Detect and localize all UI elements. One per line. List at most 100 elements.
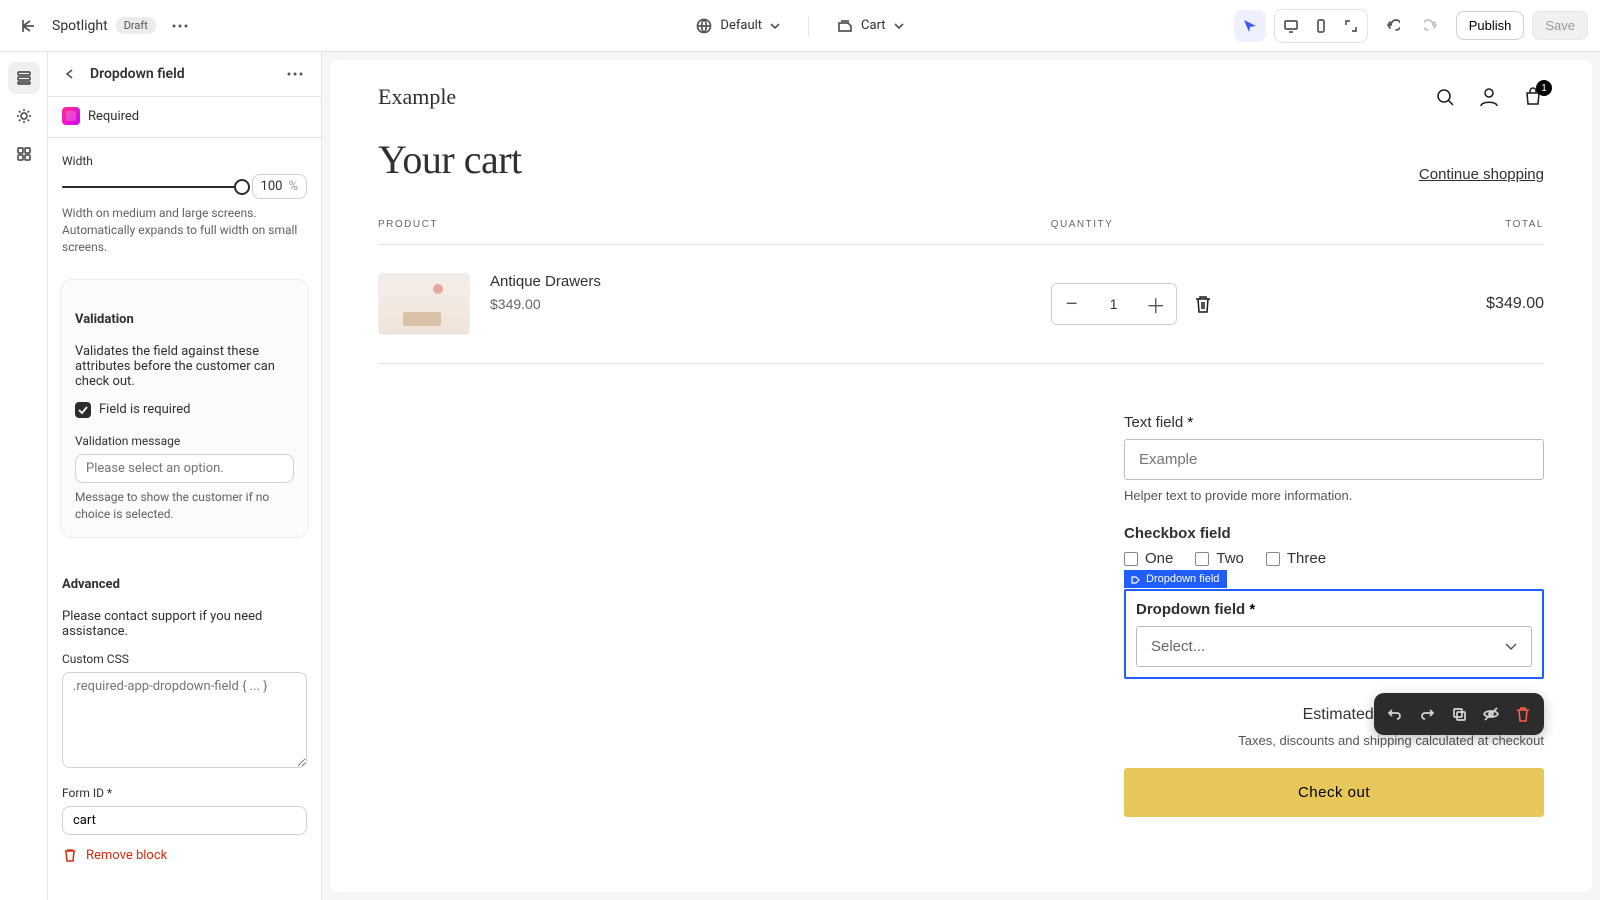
preview-canvas: Example 1 Your cart Continue shopping [322, 52, 1600, 900]
width-section: Width 100 % Width on medium and large sc… [48, 138, 321, 271]
publish-button[interactable]: Publish [1456, 11, 1525, 40]
checkbox-option-two[interactable]: Two [1195, 550, 1244, 567]
block-hide-button[interactable] [1476, 699, 1506, 729]
custom-css-label: Custom CSS [62, 652, 307, 666]
more-actions-button[interactable] [164, 10, 196, 42]
validation-message-help: Message to show the customer if no choic… [75, 489, 294, 523]
context-default-label: Default [720, 18, 762, 33]
quantity-value: 1 [1092, 284, 1136, 324]
checkbox-option-one[interactable]: One [1124, 550, 1173, 567]
dropdown-placeholder: Select... [1151, 638, 1205, 655]
quantity-stepper: − 1 ＋ [1051, 283, 1177, 325]
viewport-mobile-button[interactable] [1307, 12, 1335, 40]
form-id-input[interactable] [62, 806, 307, 835]
col-product-label: PRODUCT [378, 219, 1051, 230]
separator [808, 16, 809, 36]
checkbox-unchecked-icon [1266, 552, 1280, 566]
col-total-label: TOTAL [1320, 219, 1544, 230]
chevron-down-icon [1505, 643, 1517, 651]
custom-css-input[interactable] [62, 672, 307, 768]
block-delete-button[interactable] [1508, 699, 1538, 729]
remove-block-label: Remove block [86, 848, 167, 863]
advanced-title: Advanced [62, 577, 307, 592]
width-value: 100 [261, 179, 283, 194]
required-checkbox[interactable]: Field is required [75, 402, 294, 418]
save-button: Save [1532, 11, 1588, 40]
viewport-desktop-button[interactable] [1277, 12, 1305, 40]
width-label: Width [62, 154, 307, 168]
block-move-up-button[interactable] [1380, 699, 1410, 729]
cart-line-item: Antique Drawers $349.00 − 1 ＋ $349.00 [378, 245, 1544, 364]
block-duplicate-button[interactable] [1444, 699, 1474, 729]
topbar: Spotlight Draft Default Cart Publish [0, 0, 1600, 52]
storefront-account-button[interactable] [1478, 86, 1500, 108]
quantity-increase-button[interactable]: ＋ [1136, 284, 1176, 324]
tax-note: Taxes, discounts and shipping calculated… [1124, 733, 1544, 748]
product-unit-price: $349.00 [490, 296, 601, 312]
viewport-switcher [1274, 9, 1368, 43]
checkout-button[interactable]: Check out [1124, 768, 1544, 817]
page-selector[interactable]: Cart [827, 12, 914, 40]
storefront-cart-button[interactable]: 1 [1522, 86, 1544, 108]
sidebar-back-button[interactable] [58, 62, 82, 86]
validation-message-input[interactable] [75, 454, 294, 483]
checkbox-field-block: Checkbox field One Two Three [1124, 525, 1544, 567]
text-field-label: Text field [1124, 414, 1544, 431]
exit-editor-button[interactable] [12, 10, 44, 42]
validation-message-label: Validation message [75, 434, 294, 448]
inspector-tool-button[interactable] [1234, 10, 1266, 42]
viewport-fullscreen-button[interactable] [1337, 12, 1365, 40]
text-field-help: Helper text to provide more information. [1124, 488, 1544, 503]
remove-block-button[interactable]: Remove block [48, 835, 321, 875]
text-field-block: Text field Helper text to provide more i… [1124, 414, 1544, 503]
validation-card: Validation Validates the field against t… [60, 279, 309, 537]
cart-table-head: PRODUCT QUANTITY TOTAL [378, 219, 1544, 245]
block-actions-toolbar [1374, 693, 1544, 735]
validation-desc: Validates the field against these attrib… [75, 344, 294, 389]
width-slider[interactable] [62, 179, 242, 195]
sidebar-title: Dropdown field [90, 66, 275, 82]
settings-sidebar: Dropdown field Required Width 100 % Wid [48, 52, 322, 900]
remove-line-item-button[interactable] [1191, 292, 1215, 316]
validation-title: Validation [75, 312, 294, 327]
dropdown-field-label: Dropdown field [1136, 601, 1532, 618]
required-checkbox-label: Field is required [99, 402, 190, 417]
selection-overlay-tag: Dropdown field [1124, 570, 1227, 588]
checkbox-unchecked-icon [1195, 552, 1209, 566]
checkbox-field-label: Checkbox field [1124, 525, 1544, 542]
redo-button[interactable] [1416, 10, 1448, 42]
product-name[interactable]: Antique Drawers [490, 273, 601, 290]
app-icon [62, 107, 80, 125]
context-switcher-default[interactable]: Default [686, 12, 790, 40]
width-unit: % [288, 179, 298, 194]
quantity-decrease-button[interactable]: − [1052, 284, 1092, 324]
draft-badge: Draft [116, 17, 156, 34]
dropdown-select[interactable]: Select... [1136, 626, 1532, 667]
rail-sections-button[interactable] [8, 62, 40, 94]
advanced-desc: Please contact support if you need assis… [62, 609, 307, 639]
checkbox-unchecked-icon [1124, 552, 1138, 566]
storefront-search-button[interactable] [1434, 86, 1456, 108]
width-help: Width on medium and large screens. Autom… [62, 205, 307, 255]
page-selector-label: Cart [861, 18, 886, 33]
checkbox-option-three[interactable]: Three [1266, 550, 1326, 567]
page-title: Your cart [378, 136, 522, 183]
left-rail [0, 52, 48, 900]
sidebar-more-button[interactable] [283, 62, 307, 86]
dropdown-field-block-selected[interactable]: Dropdown field Dropdown field Select... [1124, 589, 1544, 679]
text-field-input[interactable] [1124, 439, 1544, 480]
undo-button[interactable] [1376, 10, 1408, 42]
advanced-section: Advanced Please contact support if you n… [48, 546, 321, 836]
cart-count-badge: 1 [1536, 80, 1552, 96]
storefront-logo[interactable]: Example [378, 84, 1434, 110]
store-name: Spotlight [52, 18, 108, 34]
app-name: Required [88, 109, 139, 124]
checkbox-checked-icon [75, 402, 91, 418]
block-move-down-button[interactable] [1412, 699, 1442, 729]
line-total: $349.00 [1320, 295, 1544, 313]
product-thumbnail[interactable] [378, 273, 470, 335]
width-value-input[interactable]: 100 % [252, 174, 307, 199]
rail-theme-settings-button[interactable] [8, 100, 40, 132]
continue-shopping-link[interactable]: Continue shopping [1419, 166, 1544, 183]
rail-apps-button[interactable] [8, 138, 40, 170]
